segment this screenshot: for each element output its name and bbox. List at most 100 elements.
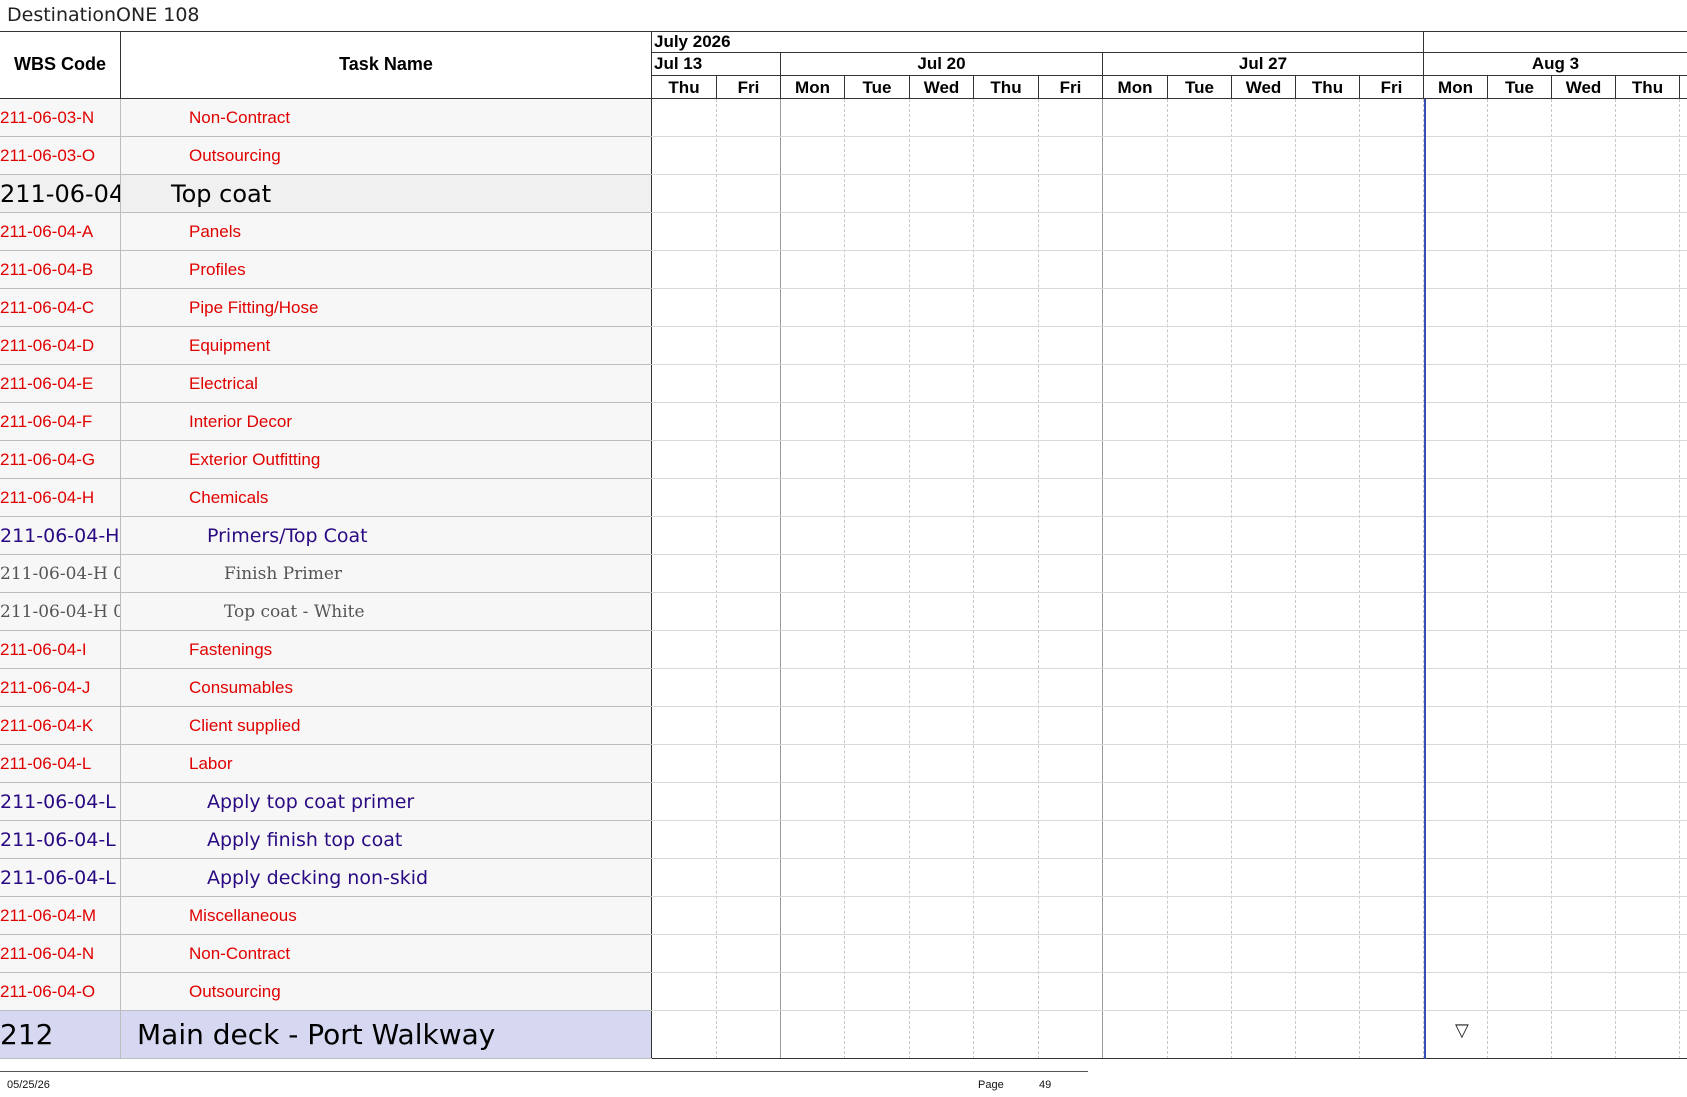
timeline-day: Mon	[1424, 76, 1488, 99]
task-table: 211-06-03-N Non-Contract 211-06-03-O Outso…	[0, 99, 652, 1059]
task-name-cell: Finish Primer	[121, 555, 652, 592]
table-row[interactable]: 211-06-04 Top coat	[0, 175, 652, 213]
wbs-cell: 211-06-04-L	[0, 745, 121, 782]
row-divider	[652, 820, 1687, 821]
table-row[interactable]: 211-06-04-O Outsourcing	[0, 973, 652, 1011]
row-divider	[652, 250, 1687, 251]
table-row[interactable]: 211-06-04-D Equipment	[0, 327, 652, 365]
table-row[interactable]: 211-06-04-K Client supplied	[0, 707, 652, 745]
timeline-day: Tue	[1488, 76, 1552, 99]
table-row[interactable]: 211-06-04-H (Primers/Top Coat	[0, 517, 652, 555]
row-divider	[652, 364, 1687, 365]
table-row[interactable]: 211-06-04-G Exterior Outfitting	[0, 441, 652, 479]
wbs-cell: 211-06-04-K	[0, 707, 121, 744]
table-row[interactable]: 211-06-04-L (Apply finish top coat	[0, 821, 652, 859]
wbs-cell: 211-06-04-F	[0, 403, 121, 440]
task-name-cell: Main deck - Port Walkway	[121, 1011, 652, 1058]
wbs-cell: 211-06-04-C	[0, 289, 121, 326]
row-divider	[652, 136, 1687, 137]
task-name-cell: Apply decking non-skid	[121, 859, 652, 896]
table-row[interactable]: 211-06-04-N Non-Contract	[0, 935, 652, 973]
wbs-cell: 211-06-04-A	[0, 213, 121, 250]
row-divider	[652, 288, 1687, 289]
row-divider	[652, 668, 1687, 669]
row-divider	[652, 478, 1687, 479]
day-column	[1103, 99, 1168, 1059]
table-row[interactable]: 211-06-04-I Fastenings	[0, 631, 652, 669]
wbs-cell: 211-06-04-B	[0, 251, 121, 288]
day-column	[1232, 99, 1296, 1059]
day-column	[781, 99, 845, 1059]
chevron-down-icon[interactable]: ▽	[1455, 1020, 1469, 1041]
day-column	[1424, 99, 1488, 1059]
timeline-grid: ▽	[652, 99, 1687, 1059]
task-name-cell: Client supplied	[121, 707, 652, 744]
table-row[interactable]: 211-06-04-J Consumables	[0, 669, 652, 707]
timeline-month-label: July 2026	[652, 31, 1424, 53]
timeline-day: Tue	[845, 76, 910, 99]
task-name-cell: Non-Contract	[121, 935, 652, 972]
table-row[interactable]: 212 Main deck - Port Walkway	[0, 1011, 652, 1059]
day-column	[1296, 99, 1360, 1059]
table-row[interactable]: 211-06-04-A Panels	[0, 213, 652, 251]
row-divider	[652, 592, 1687, 593]
day-column	[910, 99, 974, 1059]
footer-page-number: 49	[1039, 1079, 1052, 1091]
table-row[interactable]: 211-06-04-C Pipe Fitting/Hose	[0, 289, 652, 327]
table-row[interactable]: 211-06-04-B Profiles	[0, 251, 652, 289]
footer-date: 05/25/26	[7, 1079, 50, 1091]
timeline-day: Wed	[1552, 76, 1616, 99]
task-name-cell: Fastenings	[121, 631, 652, 668]
table-row[interactable]: 211-06-04-H 01Top coat - White	[0, 593, 652, 631]
current-date-line	[1424, 99, 1426, 1059]
table-row[interactable]: 211-06-03-N Non-Contract	[0, 99, 652, 137]
timeline-day: Thu	[1616, 76, 1680, 99]
timeline-week-jul20: Jul 20	[781, 53, 1103, 76]
day-column	[1168, 99, 1232, 1059]
task-name-cell: Pipe Fitting/Hose	[121, 289, 652, 326]
task-name-cell: Panels	[121, 213, 652, 250]
task-name-cell: Top coat - White	[121, 593, 652, 630]
task-name-cell: Apply finish top coat	[121, 821, 652, 858]
table-row[interactable]: 211-06-04-M Miscellaneous	[0, 897, 652, 935]
wbs-cell: 211-06-04-G	[0, 441, 121, 478]
task-name-cell: Top coat	[121, 175, 652, 212]
table-row[interactable]: 211-06-04-H 01Finish Primer	[0, 555, 652, 593]
table-row[interactable]: 211-06-04-L (Apply decking non-skid	[0, 859, 652, 897]
task-name-cell: Chemicals	[121, 479, 652, 516]
table-row[interactable]: 211-06-04-H Chemicals	[0, 479, 652, 517]
table-row[interactable]: 211-06-04-L (Apply top coat primer	[0, 783, 652, 821]
day-column	[1360, 99, 1424, 1059]
day-column	[1616, 99, 1680, 1059]
wbs-cell: 211-06-04-D	[0, 327, 121, 364]
wbs-cell: 211-06-04-N	[0, 935, 121, 972]
row-divider	[652, 1058, 1687, 1059]
task-name-cell: Profiles	[121, 251, 652, 288]
column-header-task[interactable]: Task Name	[121, 31, 652, 99]
task-name-cell: Exterior Outfitting	[121, 441, 652, 478]
wbs-cell: 211-06-04-M	[0, 897, 121, 934]
timeline-week-jul13: Jul 13	[652, 53, 781, 76]
table-row[interactable]: 211-06-03-O Outsourcing	[0, 137, 652, 175]
task-name-cell: Labor	[121, 745, 652, 782]
wbs-cell: 211-06-04-H	[0, 479, 121, 516]
column-header-wbs[interactable]: WBS Code	[0, 31, 121, 99]
footer-divider	[0, 1071, 1088, 1072]
wbs-cell: 211-06-04-L (	[0, 783, 121, 820]
timeline-day: Thu	[974, 76, 1039, 99]
timeline-month-next	[1424, 31, 1687, 53]
task-name-cell: Outsourcing	[121, 973, 652, 1010]
table-row[interactable]: 211-06-04-E Electrical	[0, 365, 652, 403]
row-divider	[652, 440, 1687, 441]
wbs-cell: 212	[0, 1011, 121, 1058]
table-row[interactable]: 211-06-04-F Interior Decor	[0, 403, 652, 441]
task-name-cell: Interior Decor	[121, 403, 652, 440]
wbs-cell: 211-06-04-H 01	[0, 593, 121, 630]
task-name-cell: Outsourcing	[121, 137, 652, 174]
document-title: DestinationONE 108	[7, 4, 200, 26]
wbs-cell: 211-06-04-L (	[0, 821, 121, 858]
row-divider	[652, 630, 1687, 631]
row-divider	[652, 782, 1687, 783]
row-divider	[652, 554, 1687, 555]
table-row[interactable]: 211-06-04-L Labor	[0, 745, 652, 783]
